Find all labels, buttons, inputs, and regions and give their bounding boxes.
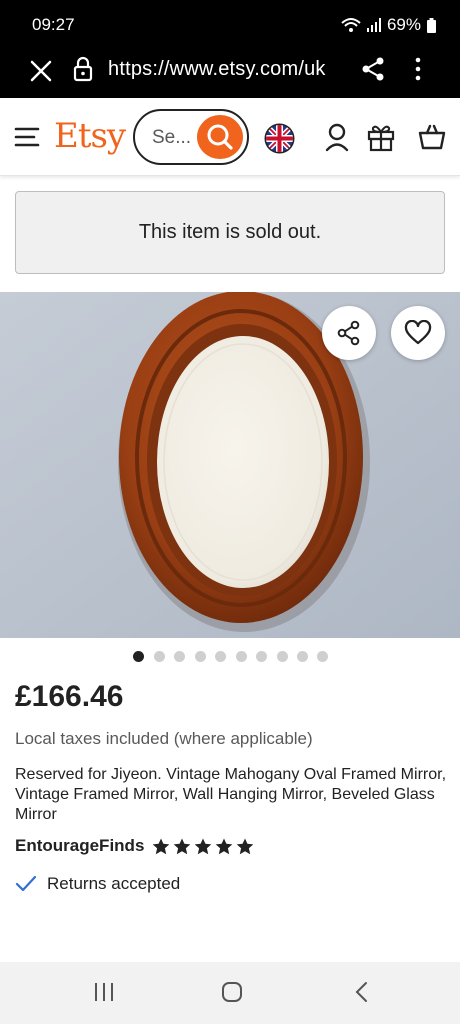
- star-icon: [195, 838, 212, 854]
- user-icon[interactable]: [323, 122, 351, 152]
- carousel-dot[interactable]: [195, 651, 206, 662]
- more-icon[interactable]: [408, 56, 428, 82]
- favorite-button[interactable]: [391, 306, 445, 360]
- gift-icon[interactable]: [366, 122, 396, 152]
- star-icon: [174, 838, 191, 854]
- returns-info: Returns accepted: [15, 874, 180, 894]
- battery-icon: [427, 17, 436, 33]
- status-time: 09:27: [32, 15, 75, 34]
- wifi-icon: [341, 18, 361, 32]
- star-icon: [153, 838, 170, 854]
- carousel-dot[interactable]: [154, 651, 165, 662]
- uk-flag-icon[interactable]: [264, 123, 295, 154]
- carousel-dot[interactable]: [256, 651, 267, 662]
- carousel-dot[interactable]: [317, 651, 328, 662]
- carousel-dot[interactable]: [133, 651, 144, 662]
- star-icon: [216, 838, 233, 854]
- share-button[interactable]: [322, 306, 376, 360]
- cart-icon[interactable]: [418, 124, 446, 150]
- signal-icon: [366, 18, 381, 32]
- search-icon: [207, 124, 233, 150]
- carousel-dot[interactable]: [297, 651, 308, 662]
- returns-label: Returns accepted: [47, 874, 181, 893]
- mirror-photo: [0, 292, 460, 638]
- battery-percent: 69%: [386, 15, 421, 34]
- carousel-dot[interactable]: [236, 651, 247, 662]
- home-icon[interactable]: [220, 980, 244, 1004]
- etsy-logo[interactable]: Etsy: [54, 116, 126, 156]
- taxes-note: Local taxes included (where applicable): [15, 729, 313, 748]
- back-icon[interactable]: [350, 980, 374, 1004]
- shop-row: EntourageFinds: [15, 836, 254, 856]
- menu-icon[interactable]: [14, 124, 42, 150]
- recent-apps-icon[interactable]: [92, 980, 116, 1004]
- search-button[interactable]: [197, 115, 243, 159]
- close-icon[interactable]: [28, 58, 54, 84]
- star-icon: [237, 838, 254, 854]
- sold-out-notice: This item is sold out.: [15, 191, 445, 274]
- product-image[interactable]: [0, 292, 460, 638]
- status-indicators: 69%: [341, 15, 436, 35]
- carousel-dot[interactable]: [174, 651, 185, 662]
- url-text[interactable]: https://www.etsy.com/uk: [108, 58, 326, 81]
- status-bar: 09:27 69%: [0, 0, 460, 50]
- share-icon: [337, 320, 360, 346]
- carousel-dot[interactable]: [277, 651, 288, 662]
- search-input[interactable]: Se...: [133, 109, 249, 165]
- carousel-dot[interactable]: [215, 651, 226, 662]
- search-placeholder: Se...: [152, 127, 192, 148]
- product-title: Reserved for Jiyeon. Vintage Mahogany Ov…: [15, 766, 447, 823]
- product-price: £166.46: [15, 680, 124, 713]
- lock-icon: [73, 56, 93, 82]
- star-rating[interactable]: [152, 838, 254, 855]
- image-carousel-dots: [0, 651, 460, 663]
- shop-name-link[interactable]: EntourageFinds: [15, 836, 144, 856]
- check-icon: [15, 875, 37, 892]
- system-nav-bar: [0, 962, 460, 1024]
- share-icon[interactable]: [360, 56, 386, 82]
- heart-icon: [404, 320, 432, 345]
- browser-url-bar: https://www.etsy.com/uk: [0, 50, 460, 98]
